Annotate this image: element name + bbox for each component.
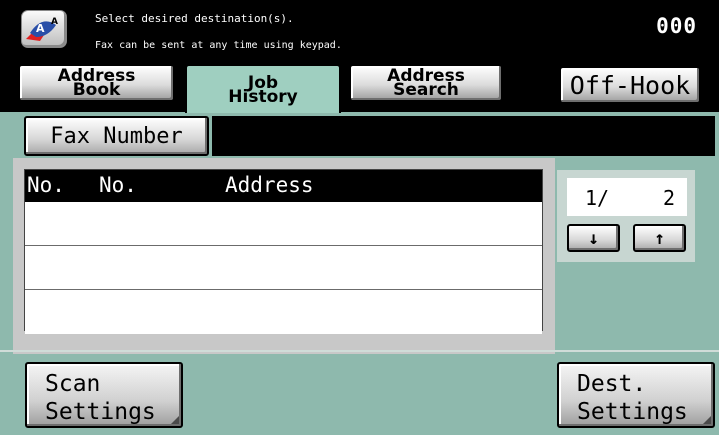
- svg-text:A: A: [36, 22, 45, 35]
- column-header-no-2: No.: [99, 173, 137, 197]
- table-row[interactable]: [25, 202, 542, 246]
- svg-text:A: A: [51, 17, 58, 27]
- destination-panel: Fax Number No. No. Address 1/ 2 ↓ ↑ Scan: [0, 112, 719, 435]
- job-history-table: No. No. Address: [24, 169, 543, 334]
- page-down-button[interactable]: ↓: [567, 224, 620, 252]
- tab-job-history[interactable]: Job History: [185, 64, 341, 113]
- button-label: Scan: [45, 371, 101, 397]
- column-header-no: No.: [27, 173, 65, 197]
- tab-label: History: [228, 86, 298, 107]
- job-counter: 000: [656, 14, 697, 38]
- corner-mark: [703, 416, 711, 424]
- page-total: 2: [662, 186, 675, 210]
- page-indicator: 1/ 2: [567, 178, 687, 216]
- tab-address-search[interactable]: Address Search: [349, 64, 503, 102]
- accessibility-icon[interactable]: A A: [21, 10, 67, 48]
- button-label: Settings: [577, 399, 688, 425]
- arrow-up-icon: ↑: [654, 227, 665, 249]
- off-hook-button[interactable]: Off-Hook: [559, 66, 701, 104]
- table-row[interactable]: [25, 246, 542, 290]
- tab-address-book[interactable]: Address Book: [18, 64, 175, 102]
- arrow-down-icon: ↓: [588, 227, 599, 249]
- header-bar: A A Select desired destination(s). Fax c…: [0, 0, 719, 60]
- page-current: 1/: [585, 186, 610, 210]
- button-label: Dest.: [577, 371, 647, 397]
- divider: [0, 350, 719, 352]
- scan-settings-button[interactable]: Scan Settings: [25, 362, 183, 428]
- fax-number-field[interactable]: [212, 116, 715, 156]
- corner-mark: [171, 416, 179, 424]
- tab-label: Search: [393, 80, 459, 100]
- column-header-address: Address: [225, 173, 314, 197]
- instruction-subtext: Fax can be sent at any time using keypad…: [95, 40, 342, 51]
- fax-number-button[interactable]: Fax Number: [24, 116, 209, 156]
- table-header: No. No. Address: [25, 170, 542, 202]
- fax-destination-screen: A A Select desired destination(s). Fax c…: [0, 0, 719, 435]
- button-label: Settings: [45, 399, 156, 425]
- dest-settings-button[interactable]: Dest. Settings: [557, 362, 715, 428]
- instruction-text: Select desired destination(s).: [95, 12, 294, 25]
- table-row[interactable]: [25, 290, 542, 334]
- page-up-button[interactable]: ↑: [633, 224, 686, 252]
